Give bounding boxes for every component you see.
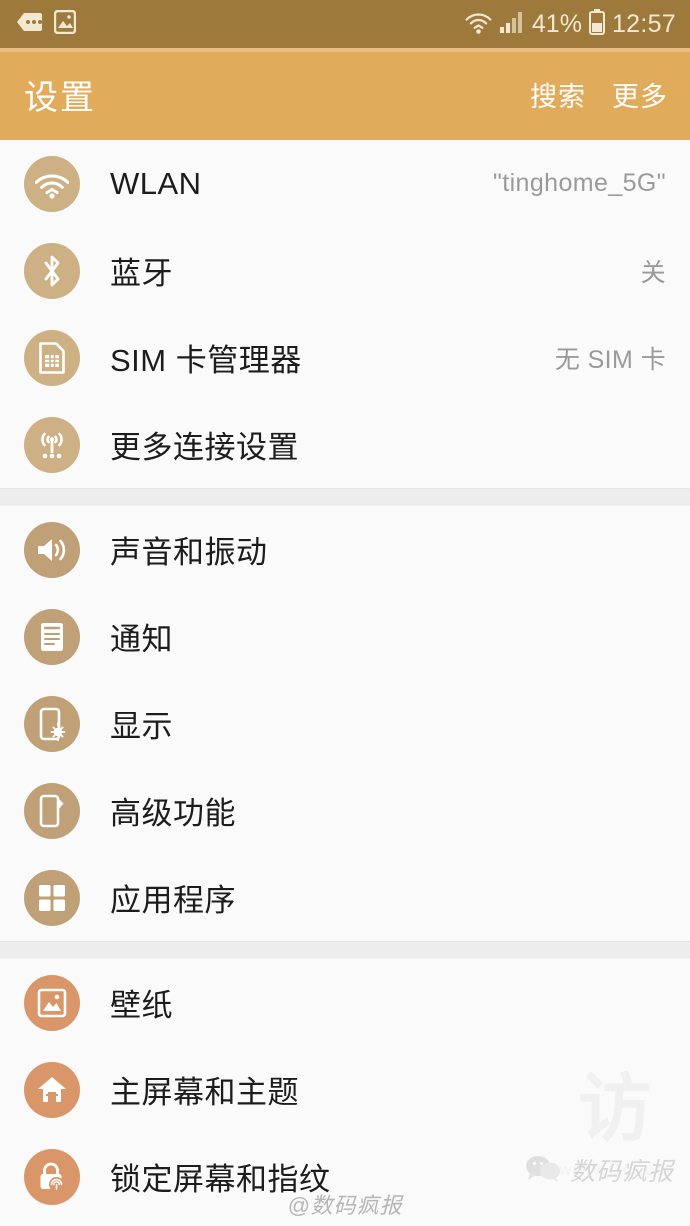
settings-row-bluetooth[interactable]: 蓝牙 关 xyxy=(0,227,690,314)
settings-row-sim-manager[interactable]: SIM 卡管理器 无 SIM 卡 xyxy=(0,314,690,401)
message-bubble-icon xyxy=(16,12,42,37)
group-separator xyxy=(0,941,690,959)
settings-row-label: WLAN xyxy=(110,165,202,201)
status-bar-notifications xyxy=(16,9,77,39)
home-screen-themes-icon xyxy=(24,1061,80,1118)
settings-row-value: 无 SIM 卡 xyxy=(554,345,666,374)
settings-row-label: 显示 xyxy=(110,709,173,744)
speaker-volume-icon xyxy=(24,521,80,578)
settings-row-home-screen-themes[interactable]: 主屏幕和主题 xyxy=(0,1046,690,1133)
bluetooth-icon xyxy=(24,242,80,299)
settings-list: WLAN "tinghome_5G" 蓝牙 关 SIM 卡管理器 无 SIM 卡… xyxy=(0,140,690,1220)
settings-row-label: 锁定屏幕和指纹 xyxy=(110,1162,331,1197)
lock-fingerprint-icon xyxy=(24,1148,80,1205)
gallery-image-icon xyxy=(53,9,77,39)
app-bar-actions: 搜索 更多 xyxy=(530,75,668,114)
status-bar: 41% 12:57 xyxy=(0,0,690,48)
settings-row-more-connections[interactable]: 更多连接设置 xyxy=(0,401,690,488)
settings-row-label: 高级功能 xyxy=(110,796,236,831)
page-title: 设置 xyxy=(24,78,96,117)
settings-row-label: 应用程序 xyxy=(110,883,236,918)
group-separator xyxy=(0,488,690,506)
settings-row-label: 壁纸 xyxy=(110,988,173,1023)
settings-row-lock-screen-fingerprint[interactable]: 锁定屏幕和指纹 xyxy=(0,1133,690,1220)
battery-icon xyxy=(588,8,605,40)
settings-row-label: 蓝牙 xyxy=(110,256,173,291)
settings-row-apps[interactable]: 应用程序 xyxy=(0,854,690,941)
settings-group-device: 声音和振动 通知 显示 高级功能 应用程序 xyxy=(0,506,690,941)
settings-row-notifications[interactable]: 通知 xyxy=(0,593,690,680)
settings-row-label: 主屏幕和主题 xyxy=(110,1075,299,1110)
settings-row-display[interactable]: 显示 xyxy=(0,680,690,767)
settings-row-value: "tinghome_5G" xyxy=(492,169,666,197)
wifi-icon xyxy=(24,155,80,212)
settings-row-wallpaper[interactable]: 壁纸 xyxy=(0,959,690,1046)
settings-row-sound-vibration[interactable]: 声音和振动 xyxy=(0,506,690,593)
display-brightness-icon xyxy=(24,695,80,752)
search-button[interactable]: 搜索 xyxy=(530,75,586,114)
notification-list-icon xyxy=(24,608,80,665)
status-bar-clock: 12:57 xyxy=(611,9,676,38)
settings-row-wlan[interactable]: WLAN "tinghome_5G" xyxy=(0,140,690,227)
cellular-signal-icon xyxy=(499,10,525,39)
apps-grid-icon xyxy=(24,869,80,926)
settings-group-connections: WLAN "tinghome_5G" 蓝牙 关 SIM 卡管理器 无 SIM 卡… xyxy=(0,140,690,488)
wifi-icon xyxy=(465,9,492,40)
settings-row-label: 更多连接设置 xyxy=(110,430,299,465)
app-bar: 设置 搜索 更多 xyxy=(0,48,690,140)
status-bar-indicators: 41% 12:57 xyxy=(465,8,676,40)
sim-card-icon xyxy=(24,329,80,386)
battery-percent-label: 41% xyxy=(531,9,582,38)
wallpaper-image-icon xyxy=(24,974,80,1031)
settings-row-value: 关 xyxy=(640,258,666,287)
broadcast-antenna-icon xyxy=(24,416,80,473)
settings-row-advanced-features[interactable]: 高级功能 xyxy=(0,767,690,854)
settings-screen: 41% 12:57 设置 搜索 更多 WLAN "tinghome_5G" 蓝牙… xyxy=(0,0,690,1226)
settings-group-personalization: 壁纸 主屏幕和主题 锁定屏幕和指纹 xyxy=(0,959,690,1220)
settings-row-label: 声音和振动 xyxy=(110,535,268,570)
settings-row-label: 通知 xyxy=(110,622,173,657)
advanced-features-icon xyxy=(24,782,80,839)
settings-row-label: SIM 卡管理器 xyxy=(110,343,302,378)
more-button[interactable]: 更多 xyxy=(612,75,668,114)
